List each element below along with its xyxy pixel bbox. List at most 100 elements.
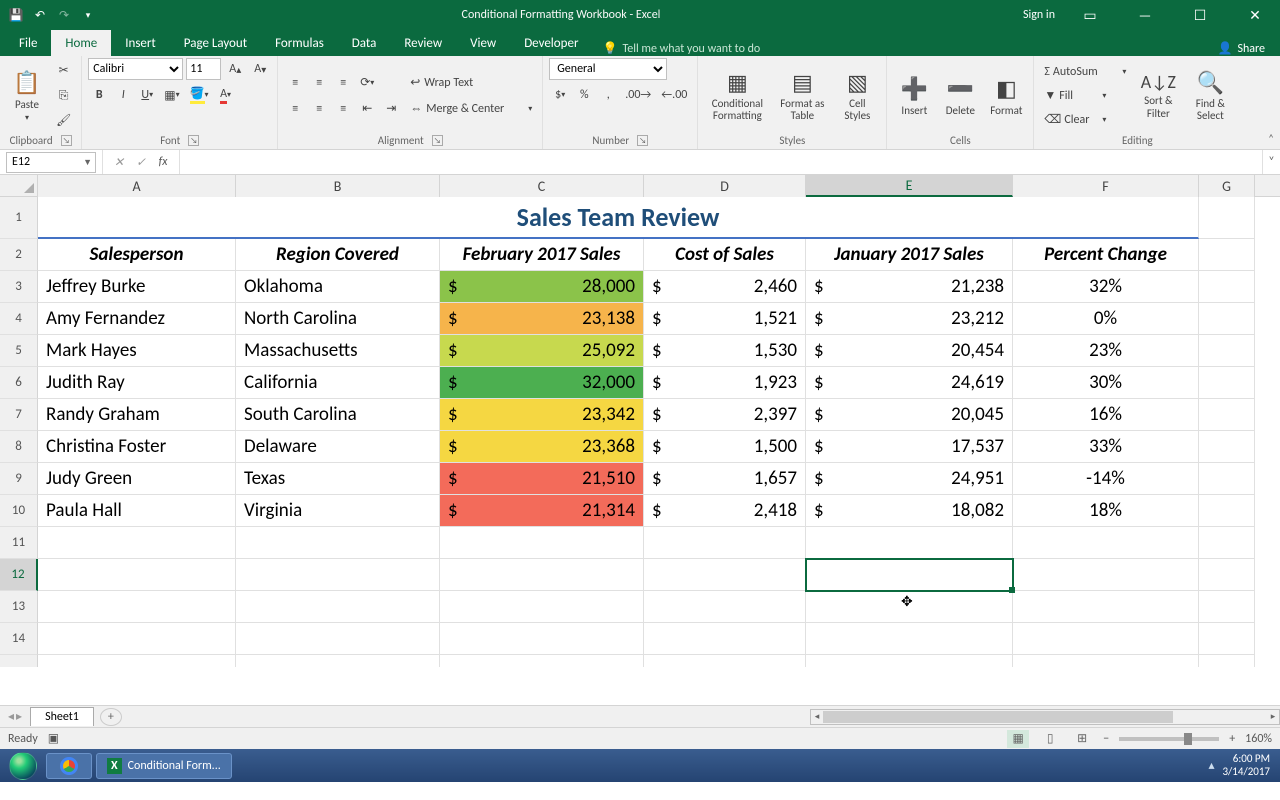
cell-A4[interactable]: Amy Fernandez xyxy=(38,303,236,335)
cell-B9[interactable]: Texas xyxy=(236,463,440,495)
name-box[interactable]: E12▼ xyxy=(6,152,96,173)
row-header-2[interactable]: 2 xyxy=(0,239,38,271)
row-header-14[interactable]: 14 xyxy=(0,623,38,655)
header-2[interactable]: February 2017 Sales xyxy=(440,239,644,271)
cell-E4[interactable]: $23,212 xyxy=(806,303,1013,335)
cell-B7[interactable]: South Carolina xyxy=(236,399,440,431)
cell-G1[interactable] xyxy=(1199,197,1255,239)
macro-record-icon[interactable]: ▣ xyxy=(48,731,59,746)
row-header-6[interactable]: 6 xyxy=(0,367,38,399)
cell-F10[interactable]: 18% xyxy=(1013,495,1199,527)
decrease-font-button[interactable]: A▾ xyxy=(249,58,271,80)
cell-F6[interactable]: 30% xyxy=(1013,367,1199,399)
cell-B11[interactable] xyxy=(236,527,440,559)
cell-B15[interactable] xyxy=(236,655,440,667)
cell-G6[interactable] xyxy=(1199,367,1255,399)
tab-data[interactable]: Data xyxy=(338,30,391,56)
alignment-launcher-icon[interactable]: ↘ xyxy=(432,135,443,146)
delete-cells-button[interactable]: ➖Delete xyxy=(939,72,981,120)
cell-B3[interactable]: Oklahoma xyxy=(236,271,440,303)
tab-file[interactable]: File xyxy=(5,30,51,56)
cell-B10[interactable]: Virginia xyxy=(236,495,440,527)
taskbar-excel[interactable]: XConditional Form... xyxy=(96,753,232,779)
align-bottom-button[interactable]: ≡ xyxy=(332,72,354,94)
cell-C14[interactable] xyxy=(440,623,644,655)
row-header-9[interactable]: 9 xyxy=(0,463,38,495)
formula-input[interactable] xyxy=(180,152,1262,173)
col-header-G[interactable]: G xyxy=(1199,175,1255,197)
cell-A14[interactable] xyxy=(38,623,236,655)
cell-G13[interactable] xyxy=(1199,591,1255,623)
cell-E15[interactable] xyxy=(806,655,1013,667)
header-1[interactable]: Region Covered xyxy=(236,239,440,271)
percent-button[interactable]: % xyxy=(573,84,595,106)
cell-F13[interactable] xyxy=(1013,591,1199,623)
cell-B6[interactable]: California xyxy=(236,367,440,399)
cell-C13[interactable] xyxy=(440,591,644,623)
cell-A15[interactable] xyxy=(38,655,236,667)
comma-button[interactable]: , xyxy=(597,84,619,106)
clear-button[interactable]: ⌫Clear▾ xyxy=(1040,109,1110,131)
cell-G7[interactable] xyxy=(1199,399,1255,431)
align-top-button[interactable]: ≡ xyxy=(284,72,306,94)
accounting-button[interactable]: $▾ xyxy=(549,84,571,106)
cell-D12[interactable] xyxy=(644,559,806,591)
fill-color-button[interactable]: 🪣▾ xyxy=(186,84,213,106)
cell-C15[interactable] xyxy=(440,655,644,667)
merge-center-button[interactable]: ⇔Merge & Center▾ xyxy=(406,98,536,120)
cell-F12[interactable] xyxy=(1013,559,1199,591)
format-cells-button[interactable]: ◧Format xyxy=(985,72,1027,120)
cell-D14[interactable] xyxy=(644,623,806,655)
cell-A12[interactable] xyxy=(38,559,236,591)
tray-clock[interactable]: 6:00 PM 3/14/2017 xyxy=(1222,753,1270,777)
redo-icon[interactable]: ↷ xyxy=(53,4,75,26)
cell-F7[interactable]: 16% xyxy=(1013,399,1199,431)
cell-C5[interactable]: $25,092 xyxy=(440,335,644,367)
cell-G12[interactable] xyxy=(1199,559,1255,591)
tab-review[interactable]: Review xyxy=(390,30,456,56)
col-header-E[interactable]: E xyxy=(806,175,1013,197)
cell-D7[interactable]: $2,397 xyxy=(644,399,806,431)
align-right-button[interactable]: ≡ xyxy=(332,98,354,120)
sheet-tab[interactable]: Sheet1 xyxy=(30,707,94,726)
paste-button[interactable]: 📋Paste▾ xyxy=(6,66,48,126)
cell-F15[interactable] xyxy=(1013,655,1199,667)
underline-button[interactable]: U▾ xyxy=(136,84,158,106)
orientation-button[interactable]: ⟳▾ xyxy=(356,72,378,94)
row-header-1[interactable]: 1 xyxy=(0,197,38,239)
cell-A11[interactable] xyxy=(38,527,236,559)
cell-E7[interactable]: $20,045 xyxy=(806,399,1013,431)
row-header-10[interactable]: 10 xyxy=(0,495,38,527)
cell-D8[interactable]: $1,500 xyxy=(644,431,806,463)
cell-F11[interactable] xyxy=(1013,527,1199,559)
cell-C12[interactable] xyxy=(440,559,644,591)
indent-increase-button[interactable]: ⇥ xyxy=(380,98,402,120)
cell-F3[interactable]: 32% xyxy=(1013,271,1199,303)
cell-A13[interactable] xyxy=(38,591,236,623)
format-as-table-button[interactable]: ▤Format as Table xyxy=(774,66,830,125)
wrap-text-button[interactable]: ↩Wrap Text xyxy=(406,72,516,94)
row-header-3[interactable]: 3 xyxy=(0,271,38,303)
row-header-5[interactable]: 5 xyxy=(0,335,38,367)
col-header-D[interactable]: D xyxy=(644,175,806,197)
cell-A3[interactable]: Jeffrey Burke xyxy=(38,271,236,303)
collapse-ribbon-icon[interactable]: ˄ xyxy=(1268,132,1274,145)
zoom-out-button[interactable]: − xyxy=(1103,732,1109,746)
row-header-4[interactable]: 4 xyxy=(0,303,38,335)
cell-G10[interactable] xyxy=(1199,495,1255,527)
font-launcher-icon[interactable]: ↘ xyxy=(188,135,199,146)
cell-A10[interactable]: Paula Hall xyxy=(38,495,236,527)
scroll-thumb[interactable] xyxy=(823,711,1173,723)
view-normal-button[interactable]: ▦ xyxy=(1007,730,1029,748)
insert-cells-button[interactable]: ➕Insert xyxy=(893,72,935,120)
cell-A8[interactable]: Christina Foster xyxy=(38,431,236,463)
tab-developer[interactable]: Developer xyxy=(510,30,592,56)
cell-D10[interactable]: $2,418 xyxy=(644,495,806,527)
add-sheet-button[interactable]: + xyxy=(100,708,122,726)
expand-formula-icon[interactable]: ˅ xyxy=(1262,150,1280,174)
title-cell[interactable]: Sales Team Review xyxy=(38,197,1199,239)
number-launcher-icon[interactable]: ↘ xyxy=(637,135,648,146)
number-format-select[interactable]: General xyxy=(549,58,667,80)
cell-A5[interactable]: Mark Hayes xyxy=(38,335,236,367)
cell-F9[interactable]: -14% xyxy=(1013,463,1199,495)
